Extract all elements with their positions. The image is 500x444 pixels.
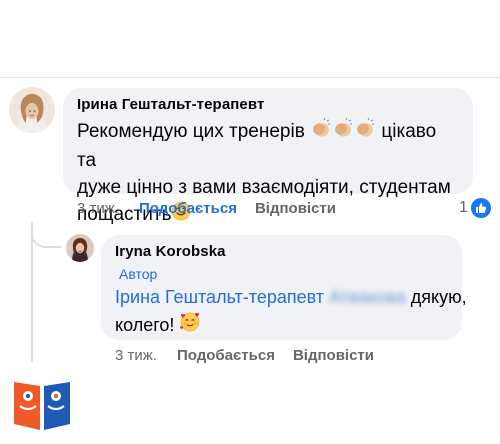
reply-text-line2: колего! bbox=[115, 314, 175, 335]
reply-text: Ірина Гештальт-терапевт Атвакова дякую, … bbox=[115, 284, 467, 341]
reply-bubble: Iryna Korobska Автор Ірина Гештальт-тера… bbox=[101, 235, 467, 341]
thread-line bbox=[31, 222, 33, 362]
avatar[interactable] bbox=[9, 87, 55, 133]
reaction-count-number: 1 bbox=[459, 199, 468, 216]
redacted-name: Атвакова bbox=[329, 287, 406, 307]
book-logo-icon bbox=[12, 376, 72, 437]
avatar[interactable] bbox=[66, 234, 94, 262]
comment-bubble: Ірина Гештальт-терапевт Рекомендую цих т… bbox=[63, 88, 473, 225]
reply-text-line1: дякую, bbox=[410, 287, 467, 307]
clapping-hands-emoji bbox=[354, 117, 376, 147]
smiling-face-with-hearts-emoji bbox=[179, 311, 201, 341]
clapping-hands-emoji bbox=[310, 117, 332, 147]
reply-button[interactable]: Відповісти bbox=[293, 347, 374, 364]
comment-timestamp[interactable]: 3 тиж. bbox=[77, 200, 119, 217]
comment-text-line2: дуже цінно з вами взаємодіяти, студентам bbox=[77, 177, 451, 198]
reply-actions: 3 тиж. Подобається Відповісти bbox=[115, 347, 392, 364]
reply-button[interactable]: Відповісти bbox=[255, 200, 336, 217]
thread-connector bbox=[31, 222, 61, 248]
like-button[interactable]: Подобається bbox=[139, 200, 237, 217]
comment-text-line1: Рекомендую цих тренерів bbox=[77, 121, 305, 143]
clapping-hands-emoji bbox=[332, 117, 354, 147]
author-badge: Автор bbox=[119, 266, 158, 282]
like-button[interactable]: Подобається bbox=[177, 347, 275, 364]
top-divider bbox=[0, 77, 500, 78]
reply-author[interactable]: Iryna Korobska bbox=[115, 243, 448, 260]
comment-actions: 3 тиж. Подобається Відповісти bbox=[77, 200, 354, 217]
reply-timestamp[interactable]: 3 тиж. bbox=[115, 347, 157, 364]
comment-author[interactable]: Ірина Гештальт-терапевт bbox=[77, 96, 459, 113]
like-reaction-icon bbox=[470, 198, 491, 218]
mention-link[interactable]: Ірина Гештальт-терапевт bbox=[115, 287, 324, 307]
reaction-count[interactable]: 1 bbox=[459, 198, 491, 218]
